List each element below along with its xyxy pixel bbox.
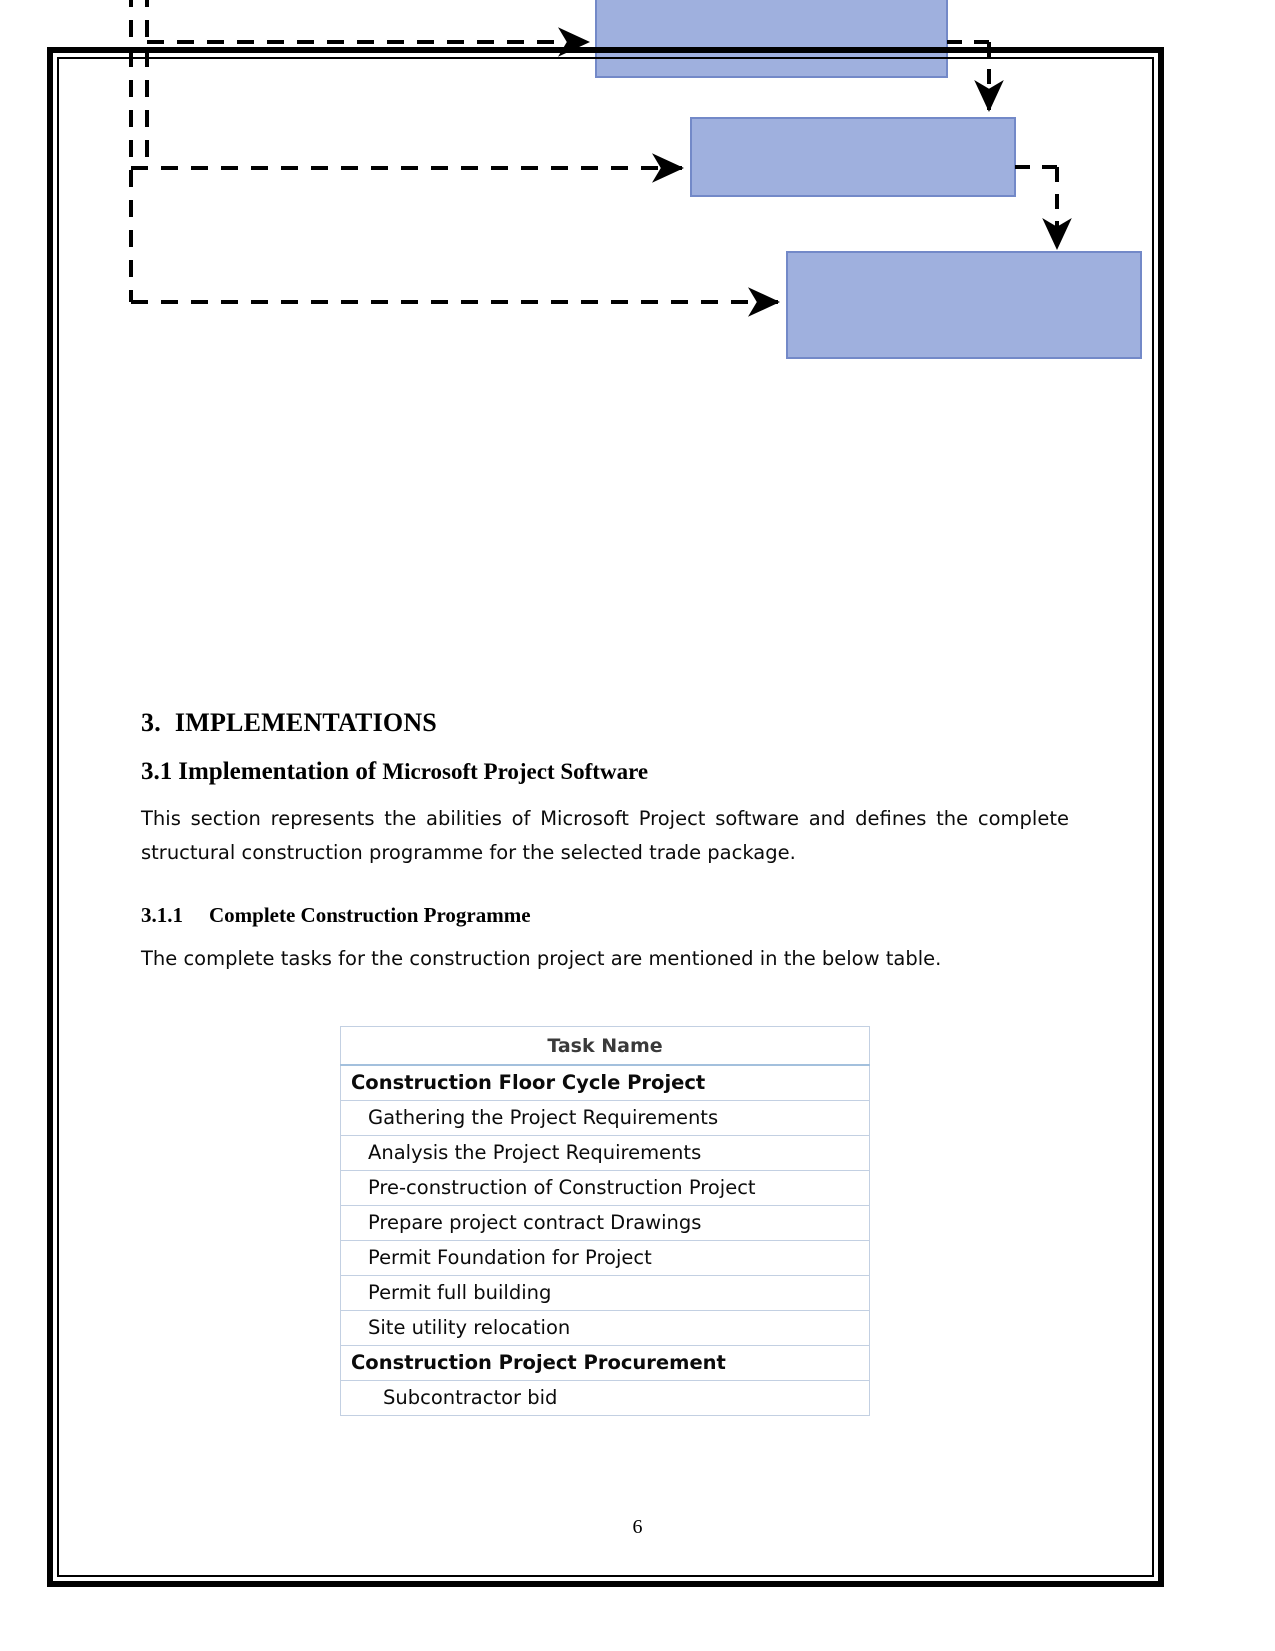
task-table-container: Task Name Construction Floor Cycle Proje… [340,1026,870,1416]
task-table-head: Task Name [340,1026,870,1066]
task-table: Task Name Construction Floor Cycle Proje… [340,1026,870,1416]
flow-node-2 [690,117,1016,197]
task-table-body: Construction Floor Cycle Project Gatherin… [340,1064,870,1416]
table-row: Subcontractor bid [340,1380,870,1416]
connector-node2-to-node3 [1015,165,1072,250]
flow-node-3 [786,251,1142,359]
paragraph-table-lead: The complete tasks for the construction … [141,947,942,970]
subsection-number: 3.1 [141,758,173,785]
task-name-cell: Analysis the Project Requirements [340,1135,870,1171]
table-row: Permit Foundation for Project [340,1240,870,1276]
paragraph-intro: This section represents the abilities of… [141,807,1069,864]
page-number: 6 [632,1516,643,1538]
section-heading-implementations: 3. IMPLEMENTATIONS [141,708,437,738]
subsubsection-title: Complete Construction Programme [209,903,531,927]
subsection-heading-implementation-of-ms-project: 3.1 Implementation of Microsoft Project S… [141,758,648,786]
task-name-cell: Construction Project Procurement [340,1345,870,1381]
subsection-title-tail: Microsoft Project Software [382,759,649,784]
table-row: Site utility relocation [340,1310,870,1346]
flow-node-1 [595,0,948,78]
task-table-header-row: Task Name [340,1026,870,1066]
table-row: Prepare project contract Drawings [340,1205,870,1241]
table-row: Analysis the Project Requirements [340,1135,870,1171]
task-name-cell: Construction Floor Cycle Project [340,1064,870,1101]
table-row: Construction Project Procurement [340,1345,870,1381]
connector-trunk-lines [129,0,149,302]
subsection-title-lead: Implementation of [178,758,377,785]
subsubsection-heading-complete-construction-programme: 3.1.1 Complete Construction Programme [141,903,531,928]
task-name-cell: Prepare project contract Drawings [340,1205,870,1241]
section-number: 3. [141,708,161,737]
table-row: Gathering the Project Requirements [340,1100,870,1136]
task-name-cell: Gathering the Project Requirements [340,1100,870,1136]
table-row: Permit full building [340,1275,870,1311]
connector-branch-arrows [131,27,780,317]
section-title: IMPLEMENTATIONS [174,708,437,737]
task-name-cell: Site utility relocation [340,1310,870,1346]
connector-node1-to-node2 [947,40,1004,112]
table-row: Construction Floor Cycle Project [340,1064,870,1101]
table-row: Pre-construction of Construction Project [340,1170,870,1206]
task-name-cell: Permit full building [340,1275,870,1311]
task-name-cell: Permit Foundation for Project [340,1240,870,1276]
flowchart-diagram [0,0,1275,400]
subsubsection-number: 3.1.1 [141,903,183,927]
column-header-task-name: Task Name [340,1026,870,1066]
task-name-cell: Pre-construction of Construction Project [340,1170,870,1206]
task-name-cell: Subcontractor bid [340,1380,870,1416]
